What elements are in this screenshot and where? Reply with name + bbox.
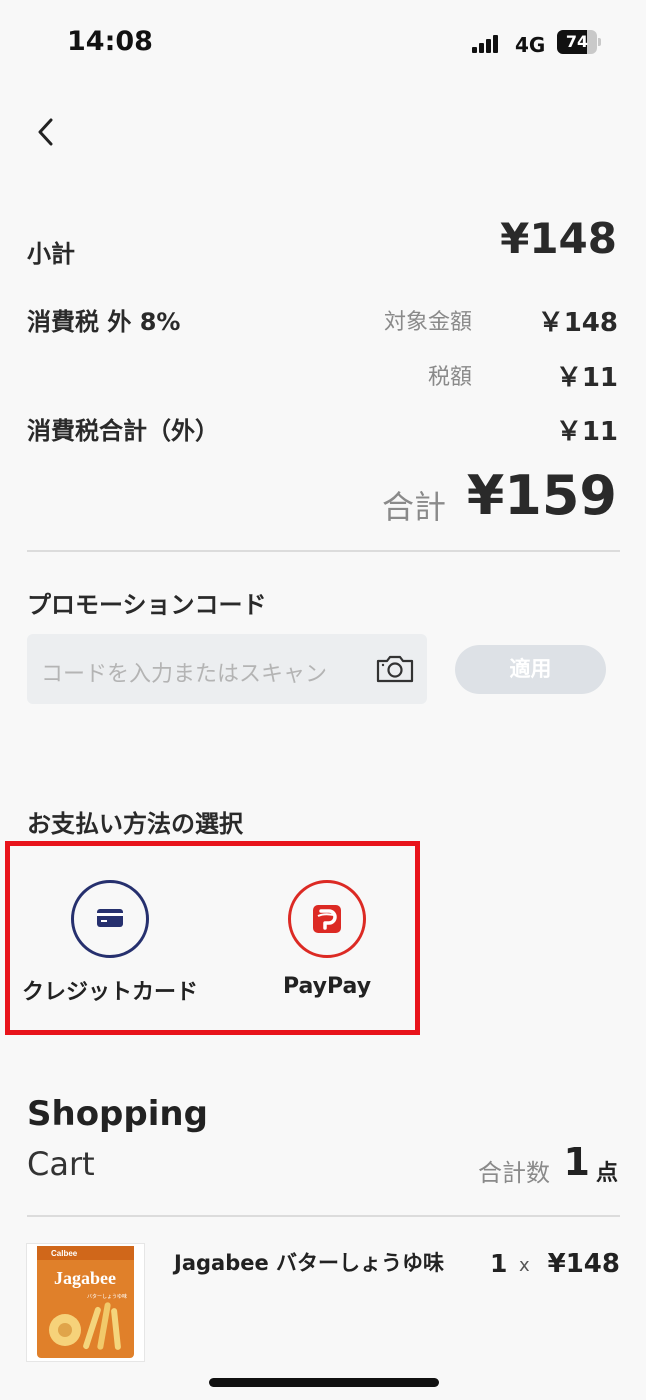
promo-code-placeholder: コードを入力またはスキャン [41,662,328,687]
chevron-left-icon [38,118,53,146]
taxable-amount-label: 対象金額 [383,310,472,335]
item-count-label: 合計数 [478,1159,550,1187]
signal-icon [472,33,506,53]
tax-total-label: 消費税合計（外） [27,417,219,445]
paypay-option[interactable]: PayPay [232,880,422,999]
total-value: ¥159 [466,464,617,527]
cart-title: Shopping [27,1094,208,1134]
taxable-amount-value: ￥148 [537,308,618,338]
home-indicator[interactable] [209,1378,439,1387]
credit-card-option[interactable]: クレジットカード [15,880,205,1006]
paypay-label: PayPay [282,974,372,999]
item-count-unit: 点 [595,1161,618,1186]
product-quantity: 1 [490,1249,508,1278]
divider [27,1215,620,1217]
subtotal-value: ¥148 [500,214,617,263]
credit-card-icon [71,880,149,958]
package-flavor-text: バターしょうゆ味 [87,1293,127,1300]
network-type: 4G [515,33,546,57]
multiply-sign: x [519,1255,530,1276]
tax-total-value: ￥11 [555,417,618,447]
camera-icon [376,655,414,683]
tax-amount-label: 税額 [427,365,472,390]
battery-icon: 74 [557,30,601,54]
battery-level: 74 [565,32,589,51]
back-button[interactable] [32,114,62,150]
tax-amount-value: ￥11 [555,363,618,393]
tax-rate-label: 消費税 外 8% [27,308,181,336]
product-logo-text: Jagabee [54,1268,116,1288]
item-count: 1 [563,1140,590,1184]
cart-subtitle: Cart [27,1145,95,1183]
product-image: Calbee Jagabee バターしょうゆ味 [26,1243,145,1362]
promo-code-input[interactable]: コードを入力またはスキャン [27,634,427,704]
total-label: 合計 [381,488,446,526]
credit-card-label: クレジットカード [21,980,198,1005]
paypay-icon [288,880,366,958]
camera-scan-button[interactable] [375,652,415,686]
subtotal-label: 小計 [27,240,75,268]
brand-logo-text: Calbee [51,1249,78,1258]
product-name: Jagabee バターしょうゆ味 [174,1251,445,1275]
payment-options-highlight: クレジットカード PayPay [5,841,420,1035]
divider [27,550,620,552]
status-time: 14:08 [67,26,153,57]
payment-method-title: お支払い方法の選択 [27,810,243,838]
product-price: ¥148 [547,1249,620,1279]
apply-button[interactable]: 適用 [455,645,606,694]
promo-code-title: プロモーションコード [27,591,267,619]
